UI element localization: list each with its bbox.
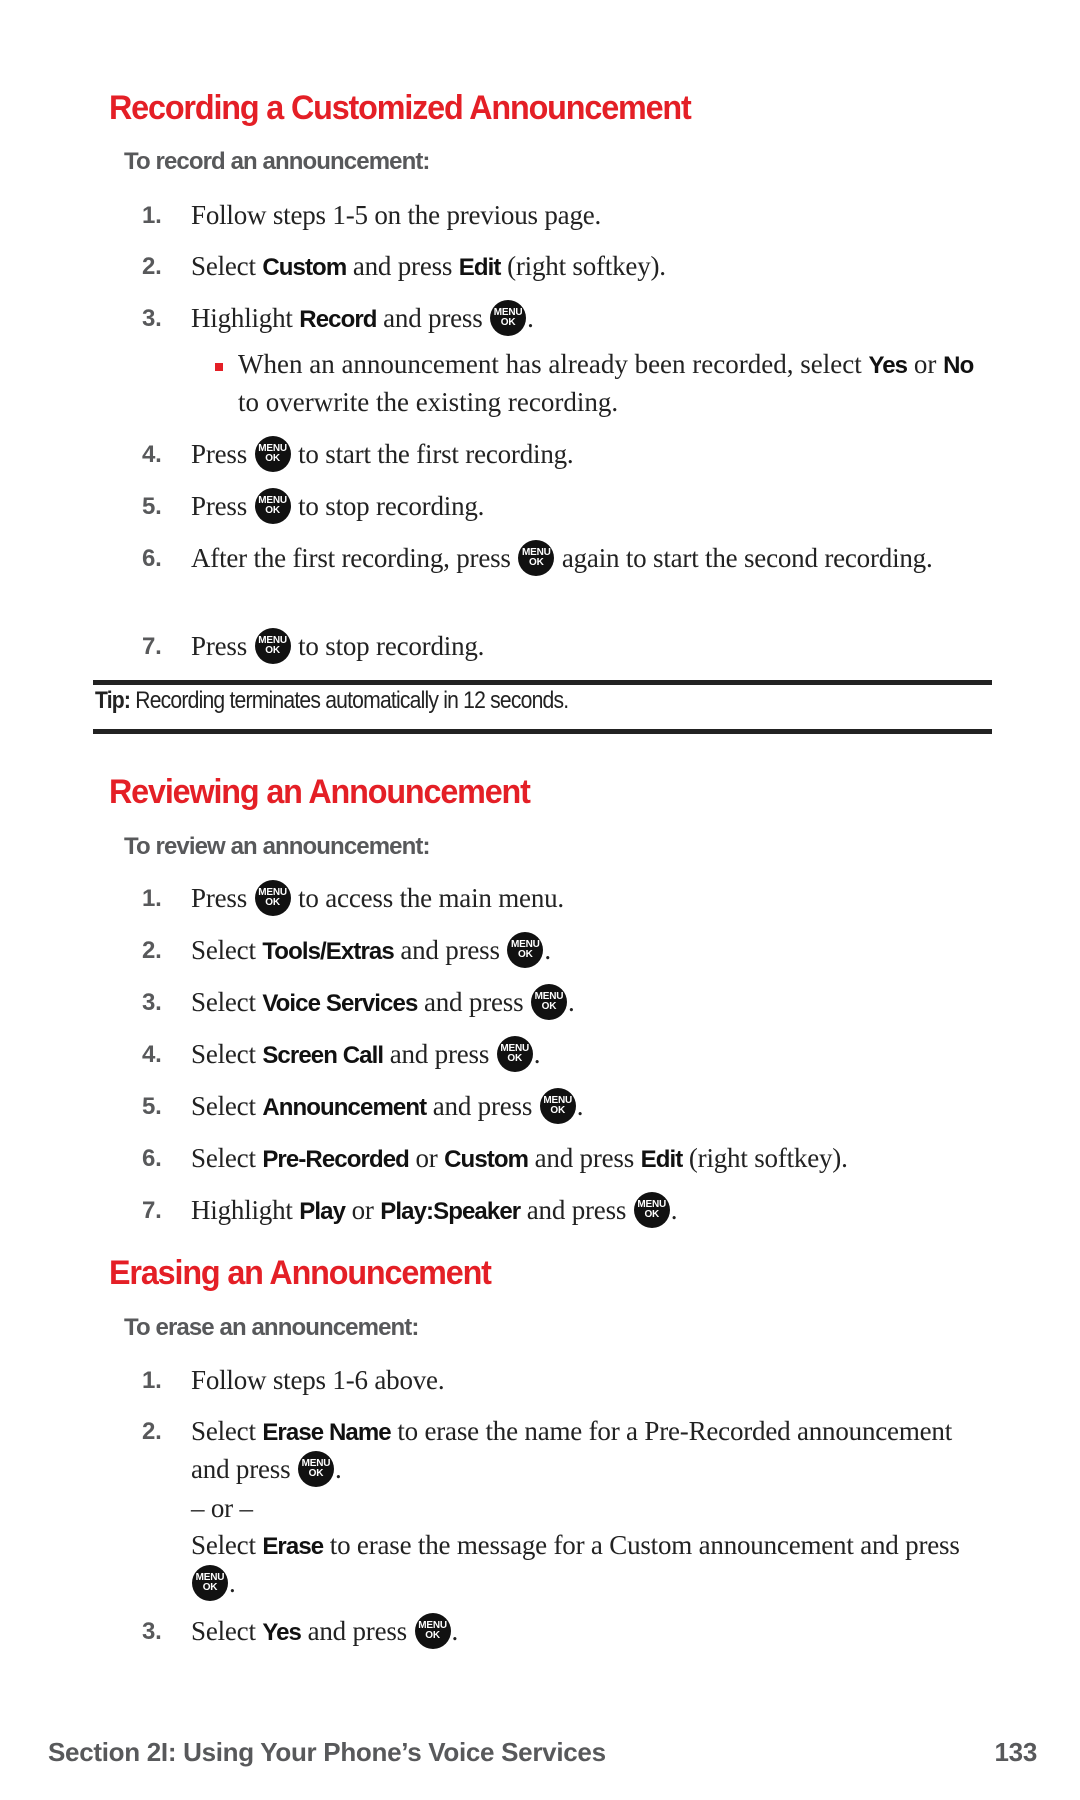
menu-ok-key-icon: MENU OK — [192, 1564, 228, 1601]
menu-ok-key-icon: MENU OK — [297, 1450, 334, 1487]
step-number: 2. — [142, 937, 162, 964]
menu-ok-key-icon: MENU OK — [254, 435, 291, 472]
step-text: Press MENU OK to start the first recordin… — [191, 435, 991, 475]
menu-ok-key-icon: MENU OK — [518, 539, 555, 576]
step-text: Select Announcement and press MENU OK. — [191, 1087, 991, 1127]
subtitle-erase: To erase an announcement: — [124, 1314, 419, 1341]
step-number: 2. — [142, 253, 162, 280]
menu-ok-key-icon: MENU OK — [539, 1087, 576, 1124]
step-number: 1. — [142, 1367, 162, 1394]
step-number: 6. — [142, 1145, 162, 1172]
step-number: 4. — [142, 441, 162, 468]
step-number: 3. — [142, 305, 162, 332]
step-text: Press MENU OK to stop recording. — [191, 487, 991, 527]
step-number: 4. — [142, 1041, 162, 1068]
subtitle-record: To record an announcement: — [124, 148, 430, 175]
menu-ok-key-icon: MENU OK — [507, 931, 544, 968]
section-title-recording: Recording a Customized Announcement — [109, 89, 692, 127]
step-text: Select Pre-Recorded or Custom and press … — [191, 1143, 848, 1173]
step-text: After the first recording, press MENU OK … — [191, 539, 991, 579]
page-number: 133 — [994, 1737, 1038, 1767]
tip-label: Tip: — [95, 687, 131, 714]
bullet-icon — [215, 363, 223, 371]
step-number: 1. — [142, 885, 162, 912]
step-number: 7. — [142, 1197, 162, 1224]
step-text: Select Voice Services and press MENU OK. — [191, 983, 991, 1023]
step-text: Highlight Record and press MENU OK. — [191, 299, 991, 339]
step-text: Select Custom and press Edit (right soft… — [191, 251, 666, 281]
tip-rule-top — [93, 680, 992, 685]
step-number: 5. — [142, 1093, 162, 1120]
section-title-erasing: Erasing an Announcement — [109, 1254, 492, 1292]
step-number: 7. — [142, 633, 162, 660]
menu-ok-key-icon: MENU OK — [496, 1035, 533, 1072]
tip-rule-bottom — [93, 729, 992, 734]
menu-ok-key-icon: MENU OK — [414, 1612, 451, 1649]
step-number: 1. — [142, 202, 162, 229]
step-text: Select Screen Call and press MENU OK. — [191, 1035, 991, 1075]
section-title-reviewing: Reviewing an Announcement — [109, 773, 531, 811]
step-number: 2. — [142, 1418, 162, 1445]
tip-box: Tip: Recording terminates automatically … — [95, 687, 569, 715]
bullet-note: When an announcement has already been re… — [238, 349, 974, 417]
menu-ok-key-icon: MENU OK — [633, 1191, 670, 1228]
step-text: Highlight Play or Play:Speaker and press… — [191, 1191, 991, 1231]
tip-text: Recording terminates automatically in 12… — [130, 687, 569, 714]
step-text: Select Erase Name to erase the name for … — [191, 1413, 991, 1604]
menu-ok-key-icon: MENU OK — [254, 487, 291, 524]
step-text: Follow steps 1-5 on the previous page. — [191, 200, 602, 230]
footer-section-title: Section 2I: Using Your Phone’s Voice Ser… — [48, 1737, 606, 1767]
menu-ok-key-icon: MENU OK — [254, 627, 291, 664]
step-text: Select Tools/Extras and press MENU OK. — [191, 931, 991, 971]
menu-ok-key-icon: MENU OK — [254, 879, 291, 916]
step-number: 5. — [142, 493, 162, 520]
step-text: Press MENU OK to stop recording. — [191, 627, 991, 667]
menu-ok-key-icon: MENU OK — [530, 983, 567, 1020]
step-text: Select Yes and press MENU OK. — [191, 1612, 991, 1652]
step-text: Press MENU OK to access the main menu. — [191, 879, 991, 919]
or-separator: – or – — [191, 1492, 253, 1523]
step-text: Follow steps 1-6 above. — [191, 1365, 445, 1395]
step-number: 3. — [142, 989, 162, 1016]
step-number: 6. — [142, 545, 162, 572]
step-number: 3. — [142, 1618, 162, 1645]
subtitle-review: To review an announcement: — [124, 833, 430, 860]
menu-ok-key-icon: MENU OK — [490, 299, 527, 336]
